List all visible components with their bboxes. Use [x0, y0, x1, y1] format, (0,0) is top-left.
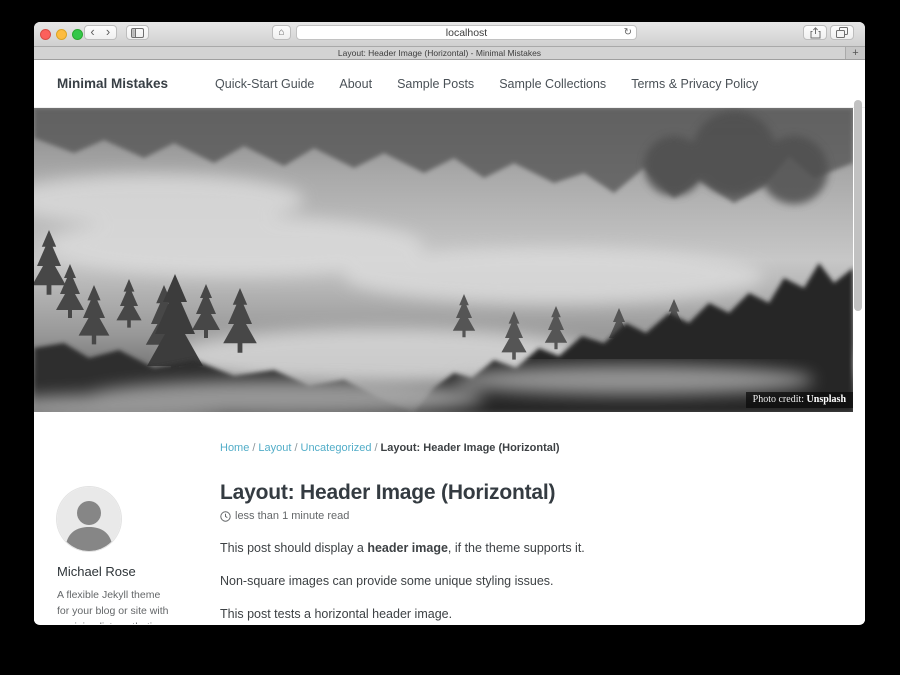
bold-header-image: header image: [367, 541, 448, 555]
sidebar-toggle-button[interactable]: [126, 25, 149, 40]
url-text: localhost: [297, 27, 636, 39]
site-masthead: Minimal Mistakes Quick-Start Guide About…: [34, 60, 865, 108]
tab-overview-button[interactable]: [830, 25, 854, 40]
breadcrumb: Home/Layout/Uncategorized/Layout: Header…: [220, 442, 820, 454]
photo-credit: Photo credit: Unsplash: [746, 392, 853, 408]
new-tab-button[interactable]: +: [845, 47, 865, 59]
browser-toolbar: ‹ › ⌂ localhost ↻: [34, 22, 865, 47]
author-sidebar: Michael Rose A flexible Jekyll theme for…: [57, 487, 207, 624]
close-window-button[interactable]: [40, 29, 51, 40]
nav-item-about[interactable]: About: [339, 77, 372, 91]
reload-button[interactable]: ↻: [624, 26, 632, 39]
breadcrumb-link-home[interactable]: Home: [220, 442, 249, 454]
paragraph-3: This post tests a horizontal header imag…: [220, 607, 820, 621]
breadcrumb-link-layout[interactable]: Layout: [258, 442, 291, 454]
breadcrumb-separator: /: [374, 442, 377, 454]
paragraph-1: This post should display a header image,…: [220, 541, 820, 555]
foggy-forest-illustration: [34, 108, 853, 412]
site-nav: Quick-Start Guide About Sample Posts Sam…: [215, 77, 758, 91]
share-icon: [810, 27, 821, 39]
tab-bar: Layout: Header Image (Horizontal) - Mini…: [34, 47, 865, 60]
window-controls: [40, 29, 83, 40]
forward-icon: ›: [106, 25, 110, 38]
nav-item-quick-start-guide[interactable]: Quick-Start Guide: [215, 77, 314, 91]
breadcrumb-link-uncategorized[interactable]: Uncategorized: [301, 442, 372, 454]
active-tab[interactable]: Layout: Header Image (Horizontal) - Mini…: [34, 47, 845, 59]
scrollbar-thumb[interactable]: [854, 100, 862, 311]
nav-item-terms-privacy[interactable]: Terms & Privacy Policy: [631, 77, 758, 91]
nav-item-sample-collections[interactable]: Sample Collections: [499, 77, 606, 91]
zoom-window-button[interactable]: [72, 29, 83, 40]
plus-icon: +: [852, 47, 858, 59]
breadcrumb-separator: /: [252, 442, 255, 454]
post-page: Michael Rose A flexible Jekyll theme for…: [34, 412, 865, 624]
browser-window: ‹ › ⌂ localhost ↻: [34, 22, 865, 625]
reload-icon: ↻: [624, 27, 632, 38]
breadcrumb-current: Layout: Header Image (Horizontal): [381, 442, 560, 454]
avatar: [57, 487, 121, 551]
minimize-window-button[interactable]: [56, 29, 67, 40]
share-button[interactable]: [803, 25, 827, 40]
tab-overview-icon: [836, 27, 848, 38]
photo-credit-source: Unsplash: [807, 394, 846, 405]
tab-title: Layout: Header Image (Horizontal) - Mini…: [338, 48, 541, 58]
home-icon: ⌂: [278, 27, 284, 38]
site-title-link[interactable]: Minimal Mistakes: [57, 76, 168, 91]
breadcrumb-separator: /: [294, 442, 297, 454]
nav-item-sample-posts[interactable]: Sample Posts: [397, 77, 474, 91]
page-viewport: Minimal Mistakes Quick-Start Guide About…: [34, 60, 865, 624]
header-image: Photo credit: Unsplash: [34, 108, 853, 412]
post-main-column: Home/Layout/Uncategorized/Layout: Header…: [220, 442, 820, 621]
author-name: Michael Rose: [57, 564, 207, 579]
home-button[interactable]: ⌂: [272, 25, 291, 40]
paragraph-2: Non-square images can provide some uniqu…: [220, 574, 820, 588]
post-meta: less than 1 minute read: [220, 510, 820, 522]
post-body: This post should display a header image,…: [220, 541, 820, 621]
back-button[interactable]: ‹: [84, 25, 101, 40]
back-icon: ‹: [90, 25, 94, 38]
author-bio: A flexible Jekyll theme for your blog or…: [57, 588, 169, 624]
clock-icon: [220, 511, 231, 522]
forward-button[interactable]: ›: [100, 25, 117, 40]
post-title: Layout: Header Image (Horizontal): [220, 481, 820, 505]
sidebar-icon: [131, 28, 144, 38]
person-silhouette-icon: [57, 487, 121, 551]
read-time: less than 1 minute read: [235, 510, 349, 522]
address-bar[interactable]: localhost ↻: [296, 25, 637, 40]
